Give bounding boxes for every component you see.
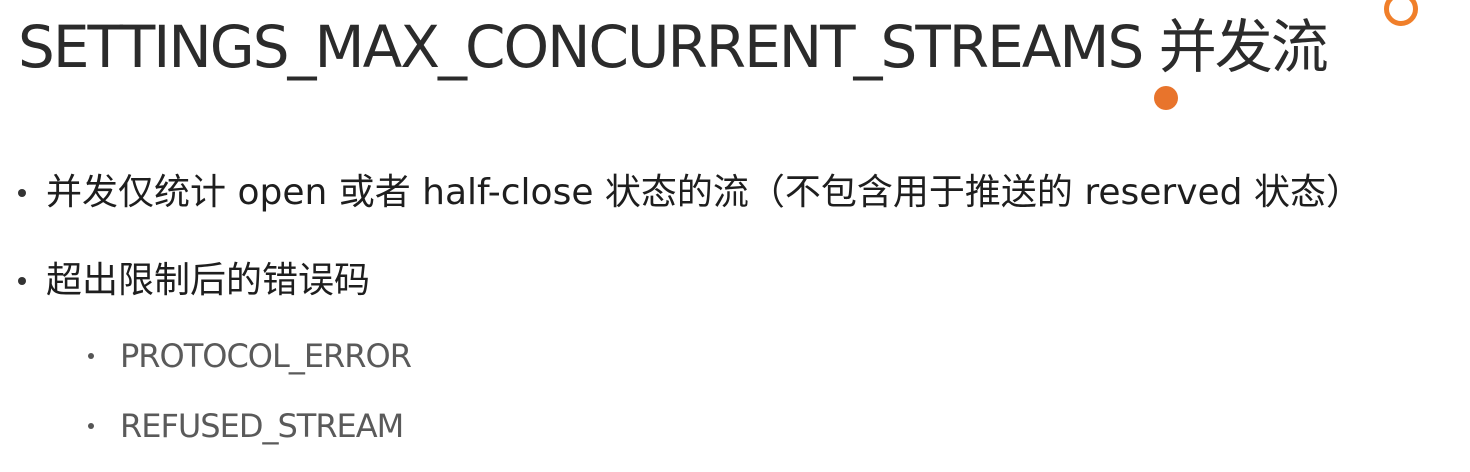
bullet-dot-icon (18, 189, 26, 197)
bullet-text: 并发仅统计 open 或者 half-close 状态的流（不包含用于推送的 r… (46, 172, 1362, 213)
sub-bullet-text: PROTOCOL_ERROR (120, 337, 412, 375)
bullet-dot-icon (88, 423, 94, 429)
sub-bullet-text: REFUSED_STREAM (120, 407, 404, 445)
pointer-dot-icon (1154, 86, 1178, 110)
bullet-dot-icon (88, 353, 94, 359)
bullet-item-error-codes: 超出限制后的错误码 (18, 258, 370, 304)
bullet-text: 超出限制后的错误码 (46, 260, 371, 301)
bullet-item-concurrency: 并发仅统计 open 或者 half-close 状态的流（不包含用于推送的 r… (18, 170, 1362, 216)
slide-title: SETTINGS_MAX_CONCURRENT_STREAMS 并发流 (18, 13, 1329, 81)
sub-bullet-item-protocol-error: PROTOCOL_ERROR (88, 336, 412, 376)
bullet-dot-icon (18, 277, 26, 285)
pointer-ring-icon (1384, 0, 1418, 26)
slide: SETTINGS_MAX_CONCURRENT_STREAMS 并发流 并发仅统… (0, 0, 1470, 472)
sub-bullet-item-refused-stream: REFUSED_STREAM (88, 406, 404, 446)
